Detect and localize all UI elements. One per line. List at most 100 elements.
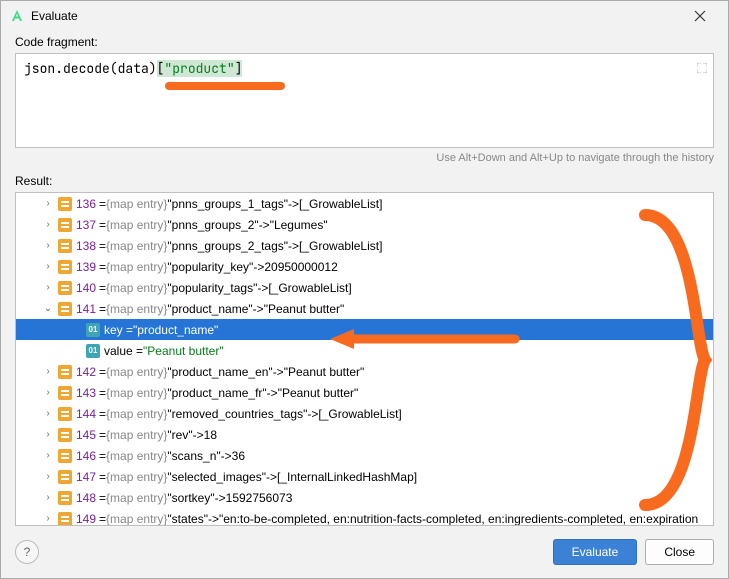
entry-index: 144 bbox=[76, 407, 96, 421]
entry-index: 147 bbox=[76, 470, 96, 484]
map-entry-icon bbox=[58, 512, 72, 526]
tree-row[interactable]: ›136 = {map entry} "pnns_groups_1_tags" … bbox=[16, 193, 713, 214]
expand-arrow-icon[interactable]: › bbox=[40, 366, 56, 377]
map-entry-icon bbox=[58, 218, 72, 232]
tree-row[interactable]: ›140 = {map entry} "popularity_tags" -> … bbox=[16, 277, 713, 298]
entry-type: {map entry} bbox=[106, 365, 167, 379]
entry-value: "en:to-be-completed, en:nutrition-facts-… bbox=[219, 512, 698, 526]
entry-type: {map entry} bbox=[106, 428, 167, 442]
entry-value: [_GrowableList] bbox=[299, 239, 382, 253]
kv-icon: 01 bbox=[86, 344, 100, 358]
android-studio-icon bbox=[9, 8, 25, 24]
title-bar: Evaluate bbox=[1, 1, 728, 31]
expand-arrow-icon[interactable]: › bbox=[40, 198, 56, 209]
code-line: json.decode(data)["product"] bbox=[24, 60, 242, 77]
entry-type: {map entry} bbox=[106, 260, 167, 274]
entry-key: "popularity_key" bbox=[167, 260, 253, 274]
entry-key: "product_name" bbox=[167, 302, 252, 316]
expand-arrow-icon[interactable]: › bbox=[40, 429, 56, 440]
expand-arrow-icon[interactable]: › bbox=[40, 513, 56, 524]
entry-index: 138 bbox=[76, 239, 96, 253]
evaluate-dialog: Evaluate Code fragment: json.decode(data… bbox=[0, 0, 729, 579]
tree-child-key[interactable]: 01key = "product_name" bbox=[16, 319, 713, 340]
tree-row[interactable]: ›143 = {map entry} "product_name_fr" -> … bbox=[16, 382, 713, 403]
entry-type: {map entry} bbox=[106, 449, 167, 463]
expand-icon[interactable] bbox=[697, 60, 707, 77]
entry-key: "removed_countries_tags" bbox=[167, 407, 307, 421]
entry-type: {map entry} bbox=[106, 491, 167, 505]
entry-type: {map entry} bbox=[106, 470, 167, 484]
tree-row[interactable]: ›144 = {map entry} "removed_countries_ta… bbox=[16, 403, 713, 424]
entry-type: {map entry} bbox=[106, 407, 167, 421]
expand-arrow-icon[interactable]: › bbox=[40, 261, 56, 272]
entry-key: "rev" bbox=[167, 428, 192, 442]
annotation-underline bbox=[165, 82, 285, 90]
child-value-value: "Peanut butter" bbox=[143, 344, 224, 358]
entry-type: {map entry} bbox=[106, 512, 167, 526]
result-label: Result: bbox=[1, 170, 728, 192]
entry-value: "Legumes" bbox=[270, 218, 328, 232]
tree-row[interactable]: ›145 = {map entry} "rev" -> 18 bbox=[16, 424, 713, 445]
entry-value: [_GrowableList] bbox=[268, 281, 351, 295]
dialog-footer: ? Evaluate Close bbox=[1, 526, 728, 578]
map-entry-icon bbox=[58, 428, 72, 442]
entry-index: 140 bbox=[76, 281, 96, 295]
tree-row[interactable]: ⌄141 = {map entry} "product_name" -> "Pe… bbox=[16, 298, 713, 319]
child-key-value: "product_name" bbox=[133, 323, 218, 337]
tree-row[interactable]: ›146 = {map entry} "scans_n" -> 36 bbox=[16, 445, 713, 466]
entry-key: "states" bbox=[167, 512, 208, 526]
entry-key: "product_name_fr" bbox=[167, 386, 266, 400]
expand-arrow-icon[interactable]: › bbox=[40, 471, 56, 482]
entry-index: 136 bbox=[76, 197, 96, 211]
evaluate-button[interactable]: Evaluate bbox=[553, 539, 638, 565]
map-entry-icon bbox=[58, 260, 72, 274]
help-button[interactable]: ? bbox=[15, 540, 39, 564]
tree-row[interactable]: ›142 = {map entry} "product_name_en" -> … bbox=[16, 361, 713, 382]
entry-type: {map entry} bbox=[106, 386, 167, 400]
entry-type: {map entry} bbox=[106, 281, 167, 295]
expand-arrow-icon[interactable]: › bbox=[40, 282, 56, 293]
code-fragment-input[interactable]: json.decode(data)["product"] bbox=[15, 53, 714, 148]
map-entry-icon bbox=[58, 365, 72, 379]
expand-arrow-icon[interactable]: › bbox=[40, 387, 56, 398]
tree-row[interactable]: ›137 = {map entry} "pnns_groups_2" -> "L… bbox=[16, 214, 713, 235]
close-button[interactable]: Close bbox=[645, 539, 714, 565]
expand-arrow-icon[interactable]: ⌄ bbox=[40, 303, 56, 314]
tree-row[interactable]: ›147 = {map entry} "selected_images" -> … bbox=[16, 466, 713, 487]
entry-value: [_GrowableList] bbox=[299, 197, 382, 211]
expand-arrow-icon[interactable]: › bbox=[40, 408, 56, 419]
close-icon[interactable] bbox=[680, 2, 720, 30]
entry-key: "selected_images" bbox=[167, 470, 266, 484]
entry-index: 146 bbox=[76, 449, 96, 463]
entry-index: 149 bbox=[76, 512, 96, 526]
result-tree[interactable]: ›136 = {map entry} "pnns_groups_1_tags" … bbox=[15, 192, 714, 526]
entry-key: "pnns_groups_2" bbox=[167, 218, 258, 232]
entry-index: 145 bbox=[76, 428, 96, 442]
entry-type: {map entry} bbox=[106, 302, 167, 316]
tree-row[interactable]: ›149 = {map entry} "states" -> "en:to-be… bbox=[16, 508, 713, 526]
map-entry-icon bbox=[58, 302, 72, 316]
entry-index: 137 bbox=[76, 218, 96, 232]
expand-arrow-icon[interactable]: › bbox=[40, 240, 56, 251]
kv-icon: 01 bbox=[86, 323, 100, 337]
entry-index: 142 bbox=[76, 365, 96, 379]
entry-value: 20950000012 bbox=[264, 260, 337, 274]
dialog-title: Evaluate bbox=[31, 9, 680, 23]
entry-value: [_InternalLinkedHashMap] bbox=[277, 470, 417, 484]
tree-row[interactable]: ›148 = {map entry} "sortkey" -> 15927560… bbox=[16, 487, 713, 508]
entry-index: 148 bbox=[76, 491, 96, 505]
entry-value: [_GrowableList] bbox=[318, 407, 401, 421]
map-entry-icon bbox=[58, 197, 72, 211]
map-entry-icon bbox=[58, 386, 72, 400]
tree-child-value[interactable]: 01value = "Peanut butter" bbox=[16, 340, 713, 361]
expand-arrow-icon[interactable]: › bbox=[40, 492, 56, 503]
tree-row[interactable]: ›139 = {map entry} "popularity_key" -> 2… bbox=[16, 256, 713, 277]
entry-type: {map entry} bbox=[106, 197, 167, 211]
expand-arrow-icon[interactable]: › bbox=[40, 219, 56, 230]
entry-type: {map entry} bbox=[106, 239, 167, 253]
entry-key: "pnns_groups_2_tags" bbox=[167, 239, 288, 253]
map-entry-icon bbox=[58, 470, 72, 484]
expand-arrow-icon[interactable]: › bbox=[40, 450, 56, 461]
tree-row[interactable]: ›138 = {map entry} "pnns_groups_2_tags" … bbox=[16, 235, 713, 256]
map-entry-icon bbox=[58, 407, 72, 421]
